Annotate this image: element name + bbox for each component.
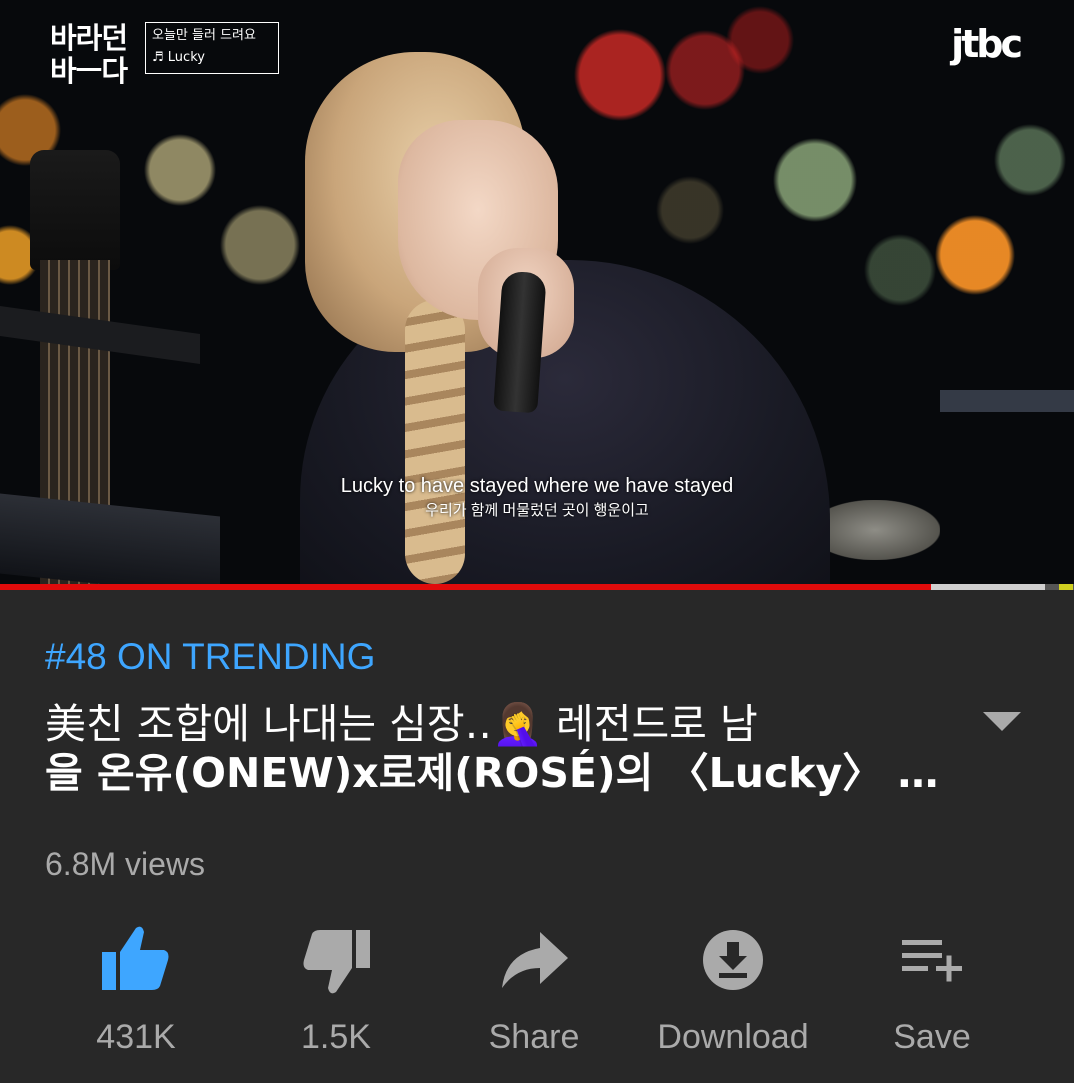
guitar-headstock <box>30 150 120 270</box>
thumbs-down-icon <box>303 930 370 994</box>
add-to-playlist-icon <box>902 940 962 982</box>
video-player[interactable]: 바라던 바ㅡ다 오늘만 들러 드려요 ♬ Lucky jtbc Lucky to… <box>0 0 1074 584</box>
like-button[interactable]: 431K <box>36 920 236 1057</box>
dislike-button[interactable]: 1.5K <box>236 920 436 1057</box>
download-label: Download <box>657 1018 809 1056</box>
action-bar: 431K 1.5K Share Download Save <box>0 920 1074 1070</box>
download-button[interactable]: Download <box>633 920 833 1057</box>
show-logo-line1: 바라던 <box>50 21 128 55</box>
show-segment-song: ♬ Lucky <box>152 50 205 65</box>
show-segment-title: 오늘만 들러 드려요 <box>152 28 256 43</box>
show-logo: 바라던 바ㅡ다 오늘만 들러 드려요 ♬ Lucky <box>50 21 279 88</box>
show-logo-line2: 바ㅡ다 <box>50 54 128 88</box>
video-title-line1: 美친 조합에 나대는 심장‥🤦‍♀️ 레전드로 남 <box>45 700 758 748</box>
like-count: 431K <box>96 1018 176 1056</box>
subtitle-korean: 우리가 함께 머물렀던 곳이 행운이고 <box>425 502 649 519</box>
save-button[interactable]: Save <box>832 920 1032 1057</box>
video-title-line2: 을 온유(ONEW)x로제(ROSÉ)의 〈Lucky〉 … <box>45 749 939 797</box>
singer-braid <box>405 300 465 584</box>
video-title[interactable]: 美친 조합에 나대는 심장‥🤦‍♀️ 레전드로 남 을 온유(ONEW)x로제(… <box>45 700 950 798</box>
progress-marker <box>1059 584 1073 590</box>
video-progress-bar[interactable] <box>0 584 1074 590</box>
share-icon <box>502 932 568 988</box>
share-label: Share <box>488 1018 580 1056</box>
trending-badge[interactable]: #48 ON TRENDING <box>45 636 375 678</box>
dislike-count: 1.5K <box>301 1018 371 1056</box>
save-label: Save <box>893 1018 971 1056</box>
view-count: 6.8M views <box>45 846 206 882</box>
expand-description-icon[interactable] <box>983 712 1021 731</box>
thumbs-up-icon <box>102 926 169 990</box>
subtitle-english: Lucky to have stayed where we have staye… <box>340 475 734 497</box>
show-segment-box: 오늘만 들러 드려요 ♬ Lucky <box>145 22 279 74</box>
share-button[interactable]: Share <box>434 920 634 1057</box>
video-subtitles: Lucky to have stayed where we have staye… <box>0 472 1074 522</box>
network-logo: jtbc <box>951 22 1023 66</box>
keyboard-stand <box>940 390 1074 412</box>
progress-played <box>0 584 932 590</box>
download-icon <box>703 930 763 990</box>
